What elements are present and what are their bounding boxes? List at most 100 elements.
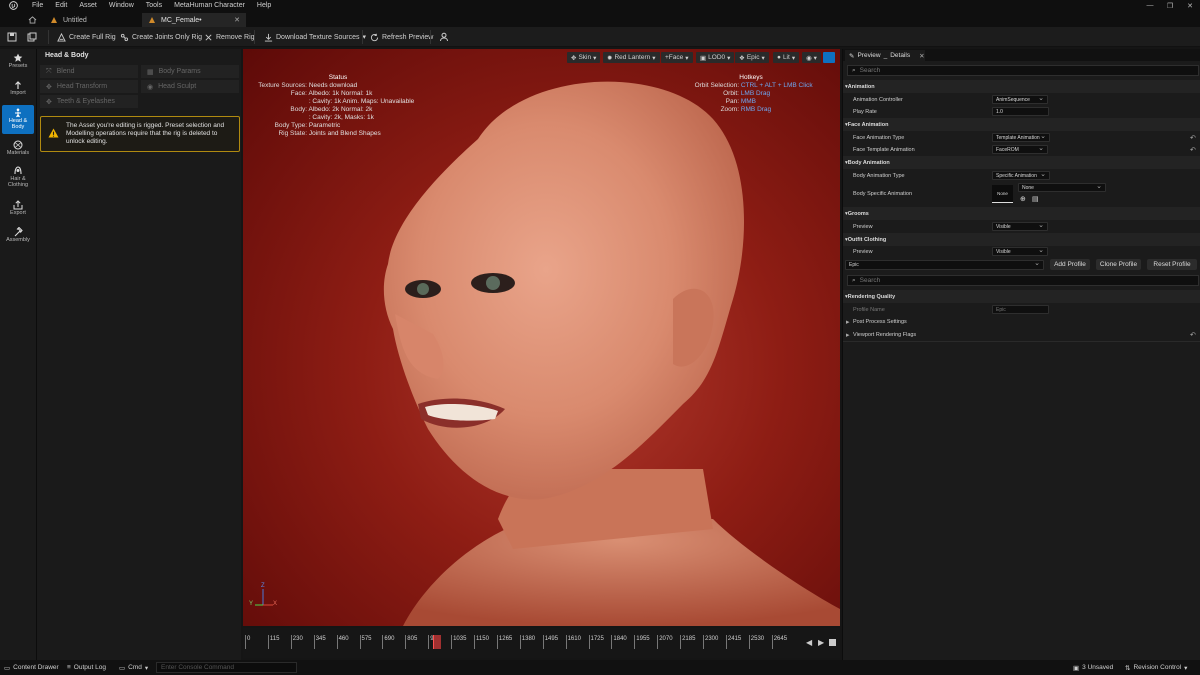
home-icon[interactable] [28,13,40,27]
console-command-input[interactable]: Enter Console Command [156,662,297,673]
skin-dropdown[interactable]: ✥ Skin ▾ [567,52,601,63]
unsaved-button[interactable]: ▣ 3 Unsaved [1073,660,1113,675]
create-joints-only-rig-button[interactable]: Create Joints Only Rig [120,30,202,44]
timeline-tick-label: 0 [245,635,250,649]
show-dropdown[interactable]: ◉ ▾ [802,52,821,63]
maximize-icon[interactable]: ❐ [1160,0,1180,11]
blend-button[interactable]: ⤧ Blend [40,65,138,78]
remove-rig-button[interactable]: Remove Rig [204,30,255,44]
lighting-dropdown[interactable]: ✹ Red Lantern ▾ [603,52,660,63]
stop-icon[interactable] [829,639,836,646]
menu-bar: File Edit Asset Window Tools MetaHuman C… [0,0,1200,11]
section-body-animation[interactable]: ▾ Body Animation [843,156,1200,169]
export-icon [13,200,23,210]
body-animation-type-dropdown[interactable]: Specific Animation [992,170,1050,180]
revision-control-button[interactable]: ⇅ Revision Control ▾ [1125,660,1187,675]
close-tab-icon[interactable]: ✕ [919,52,924,60]
hotkeys-title: Hotkeys [739,74,763,81]
tab-preview-details[interactable]: ✎ Preview _ Details ✕ [845,50,925,61]
browse-asset-icon[interactable] [27,30,37,44]
body-params-button[interactable]: ▦ Body Params [141,65,239,78]
content-drawer-button[interactable]: ▭ Content Drawer [4,660,59,675]
close-window-icon[interactable]: ✕ [1180,0,1200,11]
profile-search-input[interactable]: ⌕ Search [847,275,1199,286]
face-template-animation-dropdown[interactable]: FaceROM [992,144,1048,154]
save-icon: ▣ [1073,664,1080,672]
quality-dropdown[interactable]: ❖ Epic ▾ [735,52,769,63]
grooms-preview-dropdown[interactable]: Visible [992,221,1048,231]
download-texture-sources-button[interactable]: Download Texture Sources ▾ [264,30,366,44]
refresh-preview-button[interactable]: Refresh Preview [370,30,433,44]
tab-untitled[interactable]: Untitled [44,13,138,27]
menu-metahuman-character[interactable]: MetaHuman Character [168,0,251,11]
add-profile-button[interactable]: Add Profile [1050,259,1090,270]
menu-edit[interactable]: Edit [49,0,73,11]
user-icon[interactable] [439,30,449,44]
timeline-tick-label: 1610 [565,635,581,649]
status-block: Texture Sources: Needs download Face: Al… [258,82,415,137]
animation-controller-dropdown[interactable]: AnimSequence [992,94,1048,104]
tab-bar: Untitled MC_Female• ✕ [0,11,1200,27]
menu-window[interactable]: Window [103,0,140,11]
warning-icon [48,128,59,138]
menu-asset[interactable]: Asset [73,0,103,11]
unreal-logo-icon[interactable] [0,0,26,11]
close-tab-icon[interactable]: ✕ [234,16,240,24]
menu-tools[interactable]: Tools [140,0,168,11]
menu-file[interactable]: File [26,0,49,11]
timeline-tick-label: 345 [313,635,326,649]
profile-name-input[interactable]: Epic [992,305,1049,314]
browse-icon[interactable]: ▤ [1032,195,1039,203]
play-icon[interactable]: ▶ [818,638,824,647]
use-selected-icon[interactable]: ⊕ [1020,195,1026,203]
face-animation-type-dropdown[interactable]: Template Animation [992,132,1050,142]
rail-export[interactable]: Export [2,200,34,222]
minimize-icon[interactable]: — [1140,0,1160,11]
asset-thumbnail[interactable]: None [992,185,1013,203]
row-body-specific-animation: Body Specific Animation None None ⊕ ▤ [843,182,1200,206]
tab-mc-female[interactable]: MC_Female• ✕ [142,13,246,27]
rail-import[interactable]: Import [2,80,34,102]
section-grooms[interactable]: ▾ Grooms [843,207,1200,220]
reset-profile-button[interactable]: Reset Profile [1147,259,1197,270]
rail-assembly[interactable]: Assembly [2,227,34,249]
panel-title: Head & Body [45,52,89,59]
section-rendering-quality[interactable]: ▾ Rendering Quality [843,290,1200,303]
timeline[interactable]: 0115230345460575690805920103511501265138… [243,628,840,658]
details-search-input[interactable]: ⌕ Search [847,65,1199,76]
create-full-rig-button[interactable]: Create Full Rig [57,30,116,44]
teeth-eyelashes-button[interactable]: ✥ Teeth & Eyelashes [40,95,138,108]
head-sculpt-button[interactable]: ◉ Head Sculpt [141,80,239,93]
lod-dropdown[interactable]: ▣ LOD0 ▾ [696,52,735,63]
lit-dropdown[interactable]: ● Lit ▾ [773,52,800,63]
section-face-animation[interactable]: ▾ Face Animation [843,118,1200,131]
timeline-ruler[interactable]: 0115230345460575690805920103511501265138… [243,635,803,649]
section-animation[interactable]: ▾ Animation [843,80,1200,93]
reset-arrow-icon[interactable]: ↶ [1190,146,1196,154]
save-icon[interactable] [7,30,17,44]
rail-materials[interactable]: Materials [2,140,34,162]
head-transform-button[interactable]: ✥ Head Transform [40,80,138,93]
menu-help[interactable]: Help [251,0,277,11]
cmd-dropdown[interactable]: ▭ Cmd ▾ [119,660,148,675]
clone-profile-button[interactable]: Clone Profile [1096,259,1141,270]
row-post-process-settings[interactable]: ▸ Post Process Settings [843,315,1200,328]
step-back-icon[interactable]: ◀ [806,638,812,647]
play-rate-input[interactable]: 1.0 [992,107,1049,116]
timeline-tick-label: 1495 [542,635,558,649]
profile-select[interactable]: Epic [845,259,1044,270]
face-dropdown[interactable]: +Face ▾ [661,52,693,63]
viewport[interactable]: ✥ Skin ▾ ✹ Red Lantern ▾ +Face ▾ ▣ LOD0 ▾ ❖ Epic… [243,49,840,626]
rail-hair-clothing[interactable]: Hair & Clothing [2,166,34,194]
rail-presets[interactable]: Presets [2,53,34,75]
output-log-button[interactable]: ≡ Output Log [67,660,106,675]
outfit-preview-dropdown[interactable]: Visible [992,246,1048,256]
row-viewport-rendering-flags[interactable]: ▸ Viewport Rendering Flags ↶ [843,328,1200,341]
reset-arrow-icon[interactable]: ↶ [1190,331,1196,339]
timeline-playhead[interactable] [433,635,441,649]
body-specific-animation-dropdown[interactable]: None [1018,182,1106,192]
reset-arrow-icon[interactable]: ↶ [1190,134,1196,142]
camera-icon[interactable] [823,52,835,63]
rail-head-body[interactable]: Head & Body [2,105,34,134]
row-play-rate: Play Rate 1.0 [843,105,1200,118]
